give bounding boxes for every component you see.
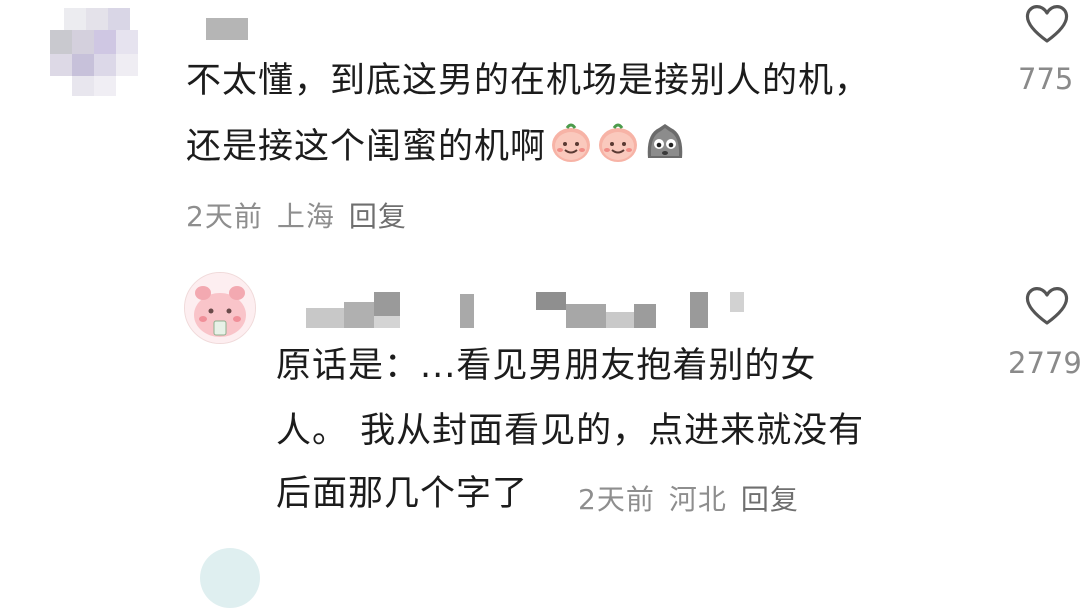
comment-location: 河北 [668, 483, 727, 516]
comment-text-line: 后面那几个字了 [276, 463, 528, 525]
reply-button[interactable]: 回复 [741, 483, 799, 516]
avatar[interactable] [184, 272, 256, 344]
comment-text-line: 原话是：...看见男朋友抱着别的女 [276, 346, 817, 386]
username-blurred[interactable] [206, 18, 248, 40]
comment-time: 2天前 [186, 200, 263, 233]
peach-smile-icon [599, 123, 638, 162]
heart-icon[interactable] [1024, 284, 1070, 326]
like-count: 775 [1018, 62, 1074, 96]
comment-text-line: 人。 我从封面看见的，点进来就没有 [276, 411, 865, 451]
comment-text-line: 不太懂，到底这男的在机场是接别人的机， [186, 61, 871, 101]
comment-meta: 2天前 河北 回复 [578, 478, 799, 518]
avatar[interactable] [46, 0, 154, 100]
peach-smile-icon [552, 123, 591, 162]
comment-time: 2天前 [578, 483, 655, 516]
heart-icon[interactable] [1024, 2, 1070, 44]
reply-button[interactable]: 回复 [349, 200, 407, 233]
like-count: 2779 [1008, 346, 1080, 380]
comment-text-segment: 后面那几个字了 [276, 474, 529, 514]
pig-avatar-icon [185, 273, 255, 343]
comment-meta: 2天前 上海 回复 [186, 195, 407, 235]
comment-text-segment: 还是接这个闺蜜的机啊 [186, 127, 547, 167]
grey-blob-sad-icon [647, 124, 683, 158]
comment-location: 上海 [276, 200, 335, 233]
username-blurred[interactable] [300, 290, 750, 332]
comment-text-line: 还是接这个闺蜜的机啊 [186, 116, 687, 178]
avatar[interactable] [200, 548, 260, 608]
